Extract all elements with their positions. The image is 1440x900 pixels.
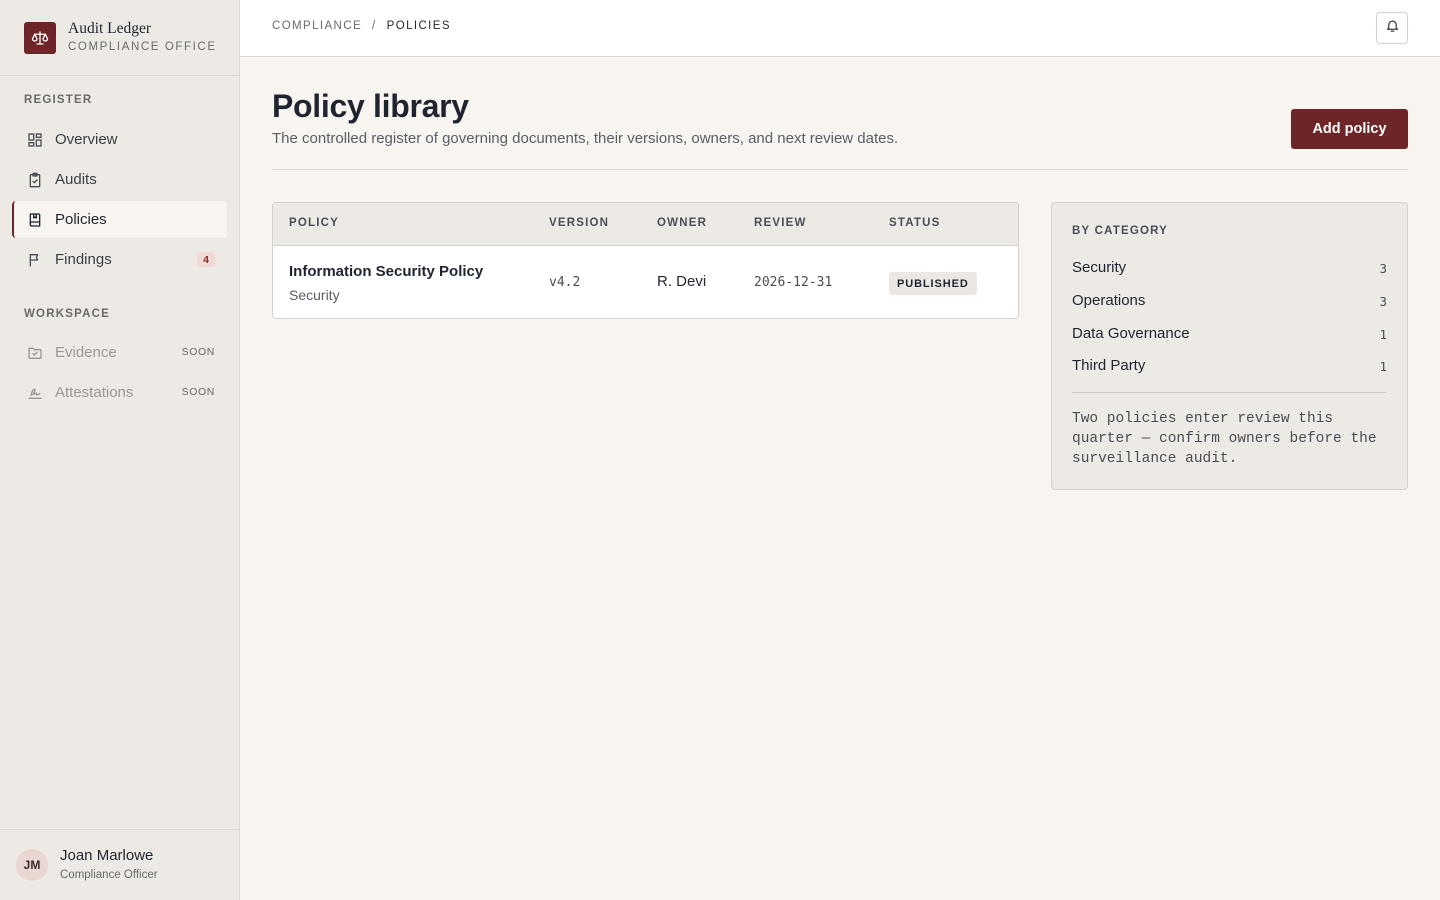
breadcrumb-compliance[interactable]: COMPLIANCE <box>272 20 362 32</box>
category-count: 3 <box>1379 261 1387 276</box>
table-header: POLICY VERSION OWNER REVIEW STATUS <box>273 203 1018 246</box>
sidebar-item-label: Attestations <box>55 384 134 401</box>
folder-check-icon <box>26 344 44 362</box>
column-header-owner[interactable]: OWNER <box>657 217 707 229</box>
policy-title[interactable]: Information Security Policy <box>289 263 483 280</box>
findings-count-badge: 4 <box>197 252 215 267</box>
category-name: Third Party <box>1072 357 1146 374</box>
sidebar-item-overview[interactable]: Overview <box>12 121 227 158</box>
category-count: 3 <box>1379 294 1387 309</box>
policy-version: v4.2 <box>549 275 581 290</box>
soon-tag: SOON <box>181 346 215 358</box>
user-name: Joan Marlowe <box>60 847 154 864</box>
review-note: Two policies enter review this quarter —… <box>1072 411 1377 467</box>
user-info: Joan Marlowe Compliance Officer <box>60 847 158 883</box>
category-row-data-governance[interactable]: Data Governance 1 <box>1072 325 1387 345</box>
category-row-third-party[interactable]: Third Party 1 <box>1072 357 1387 377</box>
category-panel: BY CATEGORY Security 3 Operations 3 Data… <box>1051 202 1408 490</box>
page-description: The controlled register of governing doc… <box>272 130 899 147</box>
page-title: Policy library <box>272 88 469 124</box>
clipboard-check-icon <box>26 171 44 189</box>
sidebar-item-label: Evidence <box>55 344 117 361</box>
column-header-status[interactable]: STATUS <box>889 217 941 229</box>
sidebar-item-label: Findings <box>55 251 112 268</box>
sidebar: Audit Ledger COMPLIANCE OFFICE REGISTER … <box>0 0 240 900</box>
scales-icon <box>24 21 56 54</box>
breadcrumb-policies: POLICIES <box>386 20 451 32</box>
section-label-workspace: WORKSPACE <box>24 308 110 320</box>
column-header-policy[interactable]: POLICY <box>289 217 339 229</box>
category-name: Data Governance <box>1072 325 1190 342</box>
book-icon <box>26 211 44 229</box>
brand-subtitle: COMPLIANCE OFFICE <box>68 41 217 53</box>
category-name: Security <box>1072 259 1127 276</box>
category-count: 1 <box>1379 327 1387 342</box>
header-divider <box>272 169 1408 170</box>
add-policy-button[interactable]: Add policy <box>1291 109 1408 149</box>
policy-table: POLICY VERSION OWNER REVIEW STATUS Infor… <box>272 202 1019 319</box>
sidebar-item-policies[interactable]: Policies <box>12 201 227 238</box>
policy-owner: R. Devi <box>657 273 707 290</box>
status-badge: PUBLISHED <box>889 272 977 295</box>
bell-icon <box>1385 18 1400 38</box>
brand-name: Audit Ledger <box>68 20 152 37</box>
category-divider <box>1072 392 1387 393</box>
breadcrumb: COMPLIANCE / POLICIES <box>272 20 451 32</box>
category-name: Operations <box>1072 292 1146 309</box>
user-profile[interactable]: JM Joan Marlowe Compliance Officer <box>0 829 239 900</box>
flag-icon <box>26 251 44 269</box>
category-count: 1 <box>1379 359 1387 374</box>
section-label-register: REGISTER <box>24 94 93 106</box>
sidebar-item-label: Audits <box>55 171 97 188</box>
sidebar-item-attestations[interactable]: Attestations SOON <box>12 374 227 411</box>
category-row-operations[interactable]: Operations 3 <box>1072 292 1387 312</box>
sidebar-item-evidence[interactable]: Evidence SOON <box>12 334 227 371</box>
avatar: JM <box>16 849 48 881</box>
policy-category: Security <box>289 287 340 303</box>
user-role: Compliance Officer <box>60 869 158 881</box>
policy-review-date: 2026-12-31 <box>754 275 833 290</box>
category-row-security[interactable]: Security 3 <box>1072 259 1387 279</box>
breadcrumb-separator: / <box>372 20 377 32</box>
brand[interactable]: Audit Ledger COMPLIANCE OFFICE <box>0 0 239 76</box>
soon-tag: SOON <box>181 386 215 398</box>
sidebar-item-label: Overview <box>55 131 118 148</box>
table-row[interactable]: Information Security Policy Security v4.… <box>273 246 1018 318</box>
grid-icon <box>26 131 44 149</box>
sidebar-item-findings[interactable]: Findings 4 <box>12 241 227 278</box>
notifications-button[interactable] <box>1376 12 1408 44</box>
signature-icon <box>26 384 44 402</box>
sidebar-item-label: Policies <box>55 211 107 228</box>
category-panel-title: BY CATEGORY <box>1072 225 1169 237</box>
brand-text: Audit Ledger COMPLIANCE OFFICE <box>68 20 217 55</box>
topbar: COMPLIANCE / POLICIES <box>240 0 1440 57</box>
column-header-version[interactable]: VERSION <box>549 217 609 229</box>
column-header-review[interactable]: REVIEW <box>754 217 807 229</box>
sidebar-item-audits[interactable]: Audits <box>12 161 227 198</box>
